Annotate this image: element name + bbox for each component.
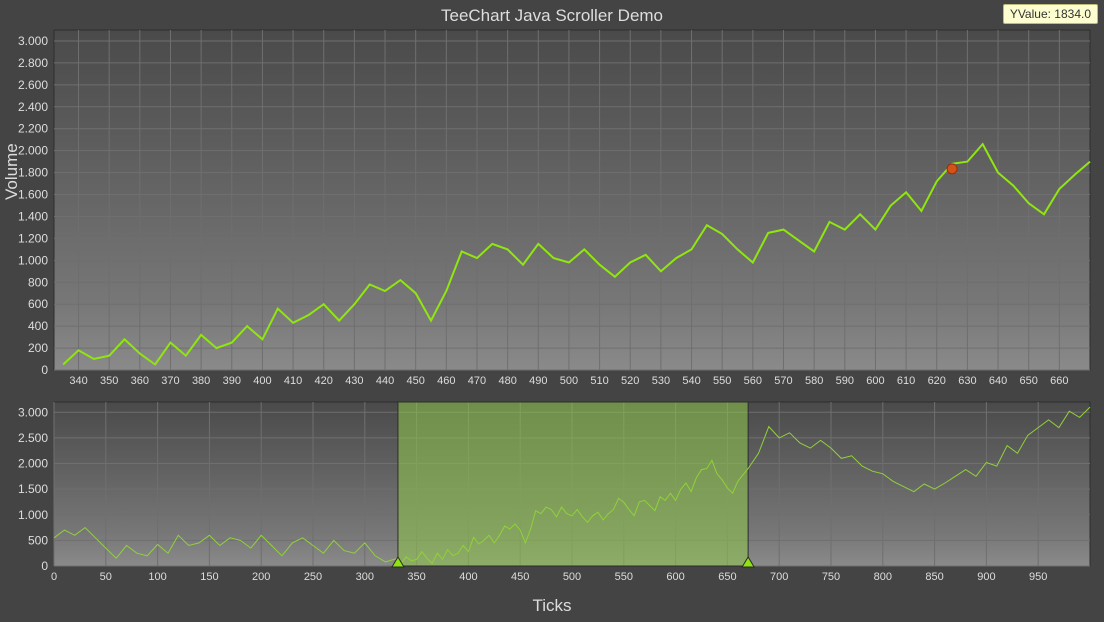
ov-x-tick-label: 350 [407,571,425,583]
x-tick-label: 610 [897,375,915,387]
x-tick-label: 650 [1020,375,1038,387]
ov-x-tick-label: 950 [1029,571,1047,583]
x-tick-label: 380 [192,375,210,387]
x-tick-label: 420 [315,375,333,387]
ov-x-tick-label: 800 [874,571,892,583]
ov-x-tick-label: 750 [822,571,840,583]
ov-x-tick-label: 850 [925,571,943,583]
scroller-selection[interactable] [398,402,748,566]
x-tick-label: 560 [744,375,762,387]
x-tick-label: 390 [223,375,241,387]
ov-x-tick-label: 500 [563,571,581,583]
x-tick-label: 510 [590,375,608,387]
ov-y-tick-label: 500 [28,533,48,547]
y-tick-label: 1.800 [18,166,48,180]
x-tick-label: 530 [652,375,670,387]
ov-x-tick-label: 100 [148,571,166,583]
y-tick-label: 3.000 [18,34,48,48]
x-tick-label: 640 [989,375,1007,387]
main-chart[interactable]: 0 200 400 600 800 1.000 1.200 1.400 1.600 1.800 2.… [0,0,1104,395]
y-tick-label: 1.600 [18,188,48,202]
y-tick-label: 2.400 [18,100,48,114]
x-tick-label: 630 [958,375,976,387]
x-tick-label: 590 [836,375,854,387]
x-tick-label: 440 [376,375,394,387]
y-tick-label: 0 [41,363,48,377]
x-tick-label: 620 [928,375,946,387]
ov-y-tick-label: 1.500 [18,482,48,496]
ov-x-tick-label: 200 [252,571,270,583]
x-tick-label: 570 [774,375,792,387]
ov-x-tick-label: 300 [356,571,374,583]
y-tick-label: 2.800 [18,56,48,70]
x-tick-label: 520 [621,375,639,387]
ov-x-tick-label: 450 [511,571,529,583]
ov-x-tick-label: 900 [977,571,995,583]
x-tick-label: 500 [560,375,578,387]
ov-x-tick-label: 550 [615,571,633,583]
x-tick-label: 540 [682,375,700,387]
x-axis-label: Ticks [0,596,1104,616]
ov-x-tick-label: 650 [718,571,736,583]
y-tick-label: 1.200 [18,231,48,245]
x-tick-label: 430 [345,375,363,387]
overview-chart[interactable]: 0 500 1.000 1.500 2.000 2.500 3.000 0 50 100 150 20… [0,398,1104,598]
x-tick-label: 410 [284,375,302,387]
y-tick-label: 400 [28,319,48,333]
data-point-marker[interactable] [947,164,957,174]
ov-x-tick-label: 0 [51,571,57,583]
x-tick-label: 600 [866,375,884,387]
x-tick-label: 460 [437,375,455,387]
x-tick-label: 580 [805,375,823,387]
ov-y-tick-label: 3.000 [18,405,48,419]
x-tick-label: 660 [1050,375,1068,387]
ov-x-tick-label: 700 [770,571,788,583]
y-tick-label: 1.400 [18,209,48,223]
ov-y-tick-label: 2.500 [18,431,48,445]
x-tick-label: 480 [498,375,516,387]
x-tick-label: 490 [529,375,547,387]
ov-y-tick-label: 0 [41,559,48,573]
x-tick-label: 400 [253,375,271,387]
x-tick-label: 360 [131,375,149,387]
ov-y-tick-label: 2.000 [18,457,48,471]
y-tick-label: 200 [28,341,48,355]
ov-y-tick-label: 1.000 [18,508,48,522]
y-tick-label: 800 [28,275,48,289]
y-tick-label: 2.600 [18,78,48,92]
x-tick-label: 550 [713,375,731,387]
x-tick-label: 370 [161,375,179,387]
y-tick-label: 600 [28,297,48,311]
ov-x-tick-label: 250 [304,571,322,583]
ov-x-tick-label: 150 [200,571,218,583]
x-tick-label: 350 [100,375,118,387]
x-tick-label: 450 [407,375,425,387]
y-tick-label: 2.000 [18,144,48,158]
ov-x-tick-label: 600 [666,571,684,583]
y-tick-label: 2.200 [18,122,48,136]
x-tick-label: 340 [69,375,87,387]
ov-x-tick-label: 400 [459,571,477,583]
ov-x-tick-label: 50 [100,571,112,583]
x-tick-label: 470 [468,375,486,387]
y-tick-label: 1.000 [18,253,48,267]
